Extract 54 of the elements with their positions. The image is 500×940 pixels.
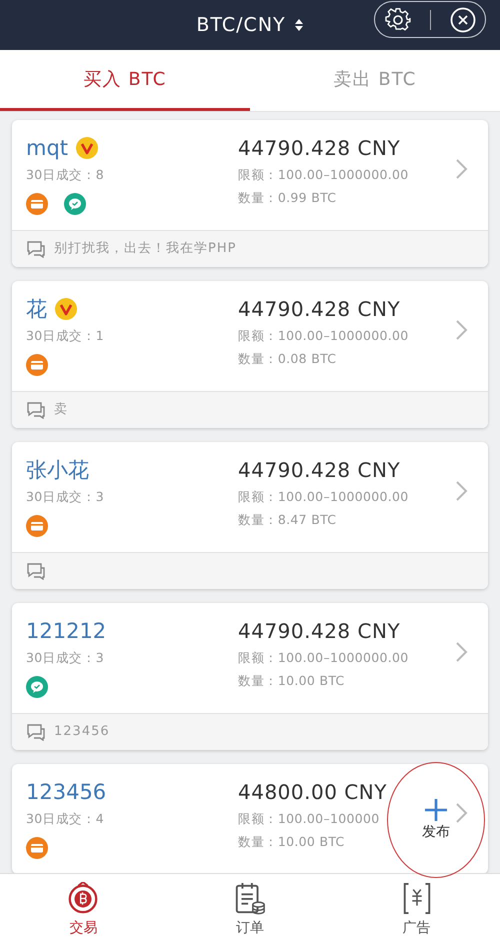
price: 44800.00 CNY [238,779,388,806]
limit-range: 限额：100.00–1000000.00 [238,166,410,184]
user-name: 张小花 [26,457,89,484]
user-name: mqt [26,135,68,162]
quantity: 数量：10.00 BTC [238,672,346,690]
price: 44790.428 CNY [238,135,402,162]
offer-card[interactable]: 121212 30日成交：3 44790.428 CNY 限额：100.00–1000000.00 数量：10.00 BTC 123456 [12,603,488,750]
trade-count: 30日成交：8 [26,166,105,184]
chevron-right-icon [454,641,468,663]
quantity: 数量：10.00 BTC [238,832,346,851]
chevron-right-icon [454,802,468,824]
chevron-right-icon [454,319,468,341]
close-icon[interactable] [450,6,476,32]
quantity: 数量：8.47 BTC [238,510,338,529]
offer-card[interactable]: 花 30日成交：1 44790.428 CNY 限额：100.00–1000000.00 数量：0.08 BTC 卖 [12,281,488,428]
chevron-right-icon [454,480,468,502]
user-name: 花 [26,296,47,323]
limit-range: 限额：100.00–1000000.00 [238,327,410,345]
price: 44790.428 CNY [238,457,402,484]
clipboard-icon [233,882,267,915]
limit-range: 限额：100.00–1000000.00 [238,488,410,506]
price: 44790.428 CNY [238,618,402,645]
trade-count: 30日成交：4 [26,810,105,828]
comment-text: 123456 [54,723,110,742]
nav-tab[interactable]: 订单 [166,874,334,940]
card-icon [26,836,48,859]
chevron-right-icon [454,158,468,180]
quantity: 数量：0.99 BTC [238,188,338,207]
publish-button[interactable]: 发布 [387,762,485,878]
card-icon [26,514,48,537]
settings-icon[interactable] [384,6,410,32]
trade-count: 30日成交：3 [26,649,105,667]
user-name: 123456 [26,779,106,806]
quantity: 数量：0.08 BTC [238,350,338,368]
price: 44790.428 CNY [238,296,402,323]
card-icon [26,354,48,376]
nav-tab[interactable]: 交易 [0,874,167,940]
user-name: 121212 [26,618,106,645]
pair-selector[interactable]: BTC/CNY [196,10,286,40]
chat-bubble-icon [26,676,48,698]
sort-icon [294,18,304,32]
comment-text: 别打扰我，出去！我在学PHP [54,240,236,258]
trade-count: 30日成交：1 [26,327,105,345]
bitcoin-icon [66,882,100,915]
limit-range: 限额：100.00–100000 [238,810,381,828]
chat-bubble-icon [64,192,86,215]
trade-count: 30日成交：3 [26,488,105,506]
limit-range: 限额：100.00–1000000.00 [238,649,410,667]
comment-text: 卖 [54,401,68,420]
plus-icon [424,798,448,822]
tab[interactable]: 买入 BTC [0,50,250,111]
card-icon [26,192,48,215]
offer-card[interactable]: 张小花 30日成交：3 44790.428 CNY 限额：100.00–1000000.00 数量：8.47 BTC [12,442,488,589]
offer-card[interactable]: mqt 30日成交：8 44790.428 CNY 限额：100.00–1000000.00 数量：0.99 BTC 别打扰我，出去！我在学PHP [12,120,488,267]
